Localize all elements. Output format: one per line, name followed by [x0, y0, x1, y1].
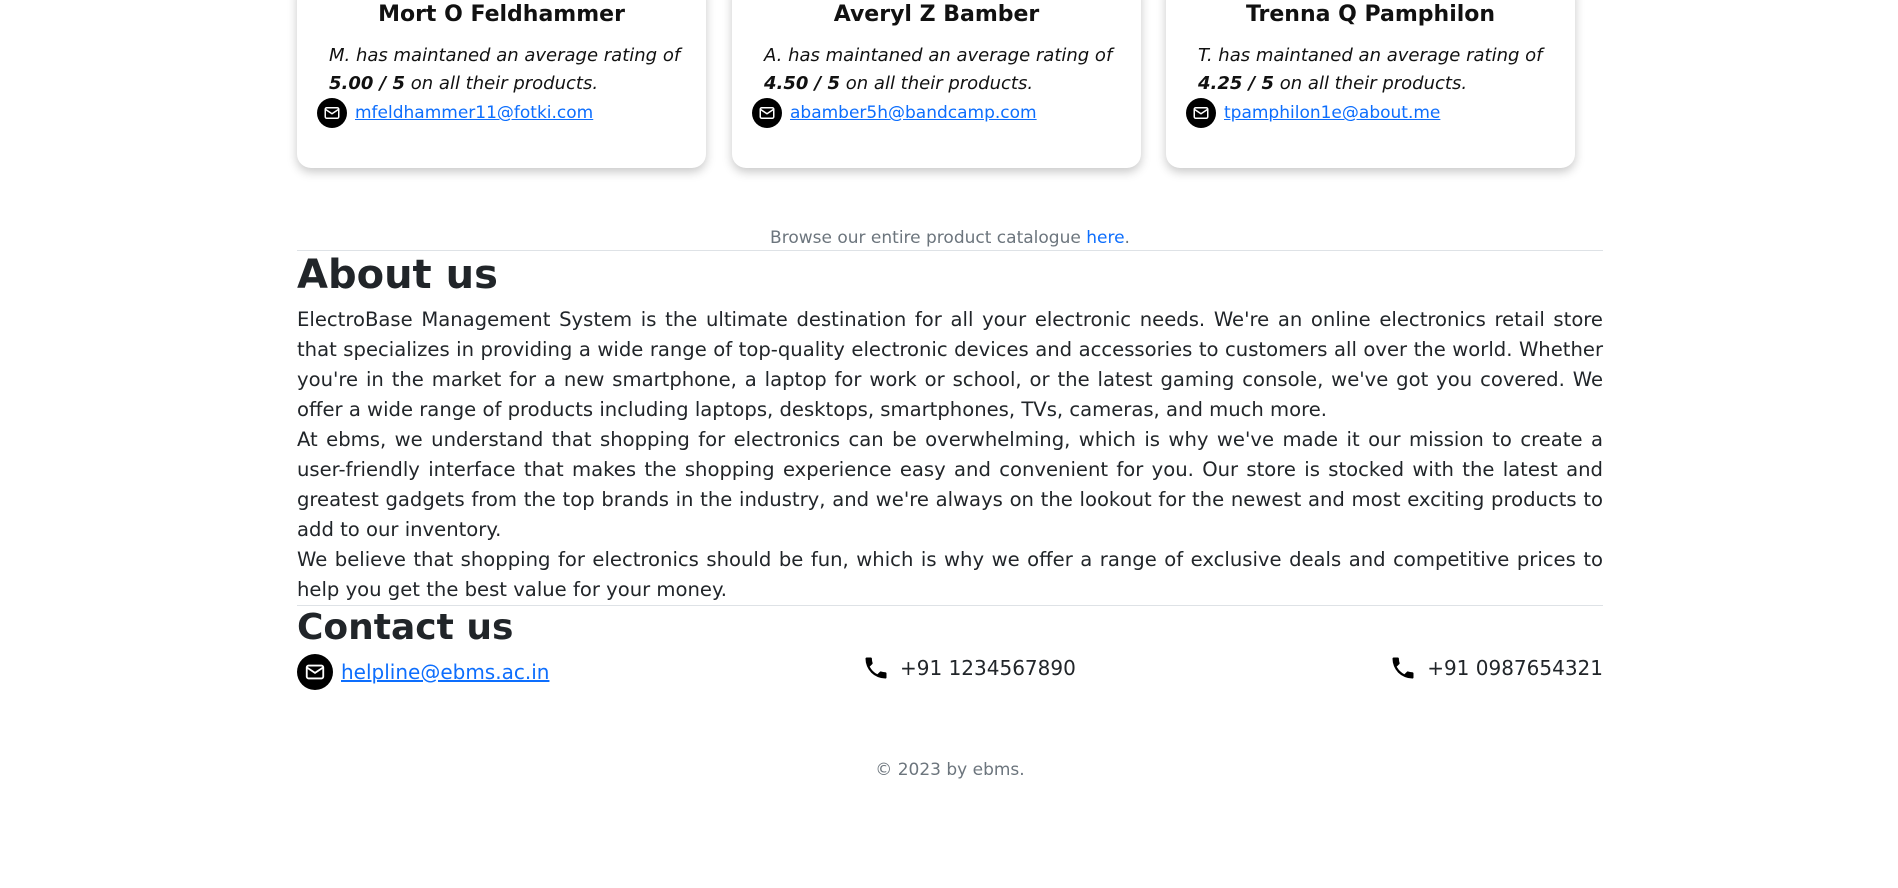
about-paragraph: At ebms, we understand that shopping for…	[297, 428, 1603, 541]
rating-suffix: on all their products.	[405, 73, 599, 94]
browse-catalogue-text: Browse our entire product catalogue here…	[297, 226, 1603, 250]
seller-card: Mort O Feldhammer M. has maintaned an av…	[297, 0, 706, 168]
seller-name: Trenna Q Pamphilon	[1245, 2, 1496, 27]
envelope-icon	[297, 654, 333, 690]
phone-number: +91 0987654321	[1427, 656, 1603, 680]
seller-name: Averyl Z Bamber	[833, 2, 1040, 27]
contact-phone: +91 1234567890	[862, 654, 1076, 682]
helpline-email-link[interactable]: helpline@ebms.ac.in	[341, 660, 549, 684]
seller-card: Trenna Q Pamphilon T. has maintaned an a…	[1166, 0, 1575, 168]
about-paragraph: ElectroBase Management System is the ult…	[297, 308, 1603, 421]
rating-suffix: on all their products.	[840, 73, 1034, 94]
rating-suffix: on all their products.	[1274, 73, 1468, 94]
browse-text: Browse our entire product catalogue	[770, 228, 1087, 248]
seller-contact: tpamphilon1e@about.me	[1186, 98, 1440, 128]
footer-copyright: © 2023 by ebms.	[875, 760, 1025, 780]
seller-email-link[interactable]: abamber5h@bandcamp.com	[790, 103, 1037, 123]
seller-cards: Mort O Feldhammer M. has maintaned an av…	[297, 0, 1603, 170]
phone-icon	[1389, 654, 1417, 682]
seller-contact: mfeldhammer11@fotki.com	[317, 98, 593, 128]
rating-prefix: M. has maintaned an average rating of	[329, 45, 681, 66]
seller-card: Averyl Z Bamber A. has maintaned an aver…	[732, 0, 1141, 168]
catalogue-link[interactable]: here	[1086, 228, 1124, 248]
rating-prefix: A. has maintaned an average rating of	[764, 45, 1113, 66]
envelope-icon	[752, 98, 782, 128]
seller-name: Mort O Feldhammer	[378, 2, 625, 27]
about-title: About us	[297, 252, 498, 298]
contact-email: helpline@ebms.ac.in	[297, 654, 549, 690]
rating-value: 5.00 / 5	[329, 73, 406, 94]
seller-rating-text: M. has maintaned an average rating of 5.…	[329, 42, 686, 98]
rating-prefix: T. has maintaned an average rating of	[1198, 45, 1543, 66]
contact-row: helpline@ebms.ac.in +91 1234567890 +91 0…	[297, 654, 1603, 694]
browse-after: .	[1124, 228, 1130, 248]
phone-number: +91 1234567890	[900, 656, 1076, 680]
envelope-icon	[317, 98, 347, 128]
seller-rating-text: T. has maintaned an average rating of 4.…	[1198, 42, 1555, 98]
page-content: Mort O Feldhammer M. has maintaned an av…	[297, 0, 1603, 782]
seller-email-link[interactable]: mfeldhammer11@fotki.com	[355, 103, 593, 123]
rating-value: 4.25 / 5	[1198, 73, 1275, 94]
rating-value: 4.50 / 5	[764, 73, 841, 94]
seller-email-link[interactable]: tpamphilon1e@about.me	[1224, 103, 1440, 123]
seller-rating-text: A. has maintaned an average rating of 4.…	[764, 42, 1121, 98]
about-paragraph: We believe that shopping for electronics…	[297, 548, 1603, 601]
contact-phone: +91 0987654321	[1389, 654, 1603, 682]
envelope-icon	[1186, 98, 1216, 128]
contact-title: Contact us	[297, 607, 514, 648]
seller-contact: abamber5h@bandcamp.com	[752, 98, 1037, 128]
phone-icon	[862, 654, 890, 682]
about-section: ElectroBase Management System is the ult…	[297, 305, 1603, 605]
